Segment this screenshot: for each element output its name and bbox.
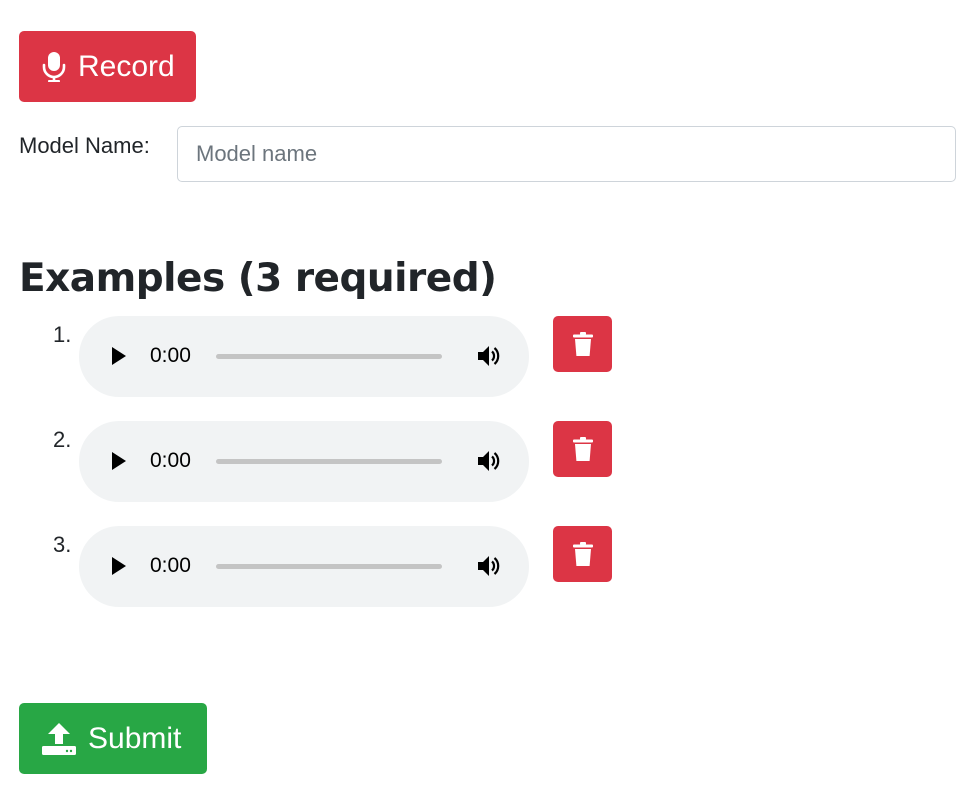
- volume-icon[interactable]: [475, 448, 501, 474]
- example-number: 1.: [53, 322, 72, 347]
- audio-player[interactable]: 0:00: [79, 526, 529, 607]
- examples-heading: Examples (3 required): [19, 256, 497, 301]
- volume-icon[interactable]: [475, 343, 501, 369]
- play-icon[interactable]: [109, 555, 129, 577]
- model-name-input[interactable]: [177, 126, 956, 182]
- upload-icon: [42, 722, 76, 755]
- audio-time: 0:00: [150, 554, 191, 577]
- model-name-label: Model Name:: [19, 133, 150, 158]
- example-item: 2. 0:00: [0, 421, 973, 503]
- delete-example-button[interactable]: [553, 316, 612, 372]
- record-button-label: Record: [78, 49, 175, 83]
- audio-time: 0:00: [150, 344, 191, 367]
- delete-example-button[interactable]: [553, 526, 612, 582]
- submit-button-label: Submit: [88, 721, 182, 755]
- audio-progress-slider[interactable]: [216, 354, 442, 359]
- audio-progress-slider[interactable]: [216, 564, 442, 569]
- play-icon[interactable]: [109, 450, 129, 472]
- example-number: 3.: [53, 532, 72, 557]
- page: Record Model Name: Examples (3 required)…: [0, 0, 973, 789]
- submit-button[interactable]: Submit: [19, 703, 207, 774]
- delete-example-button[interactable]: [553, 421, 612, 477]
- example-item: 3. 0:00: [0, 526, 973, 608]
- trash-icon: [572, 332, 593, 356]
- example-number: 2.: [53, 427, 72, 452]
- audio-time: 0:00: [150, 449, 191, 472]
- audio-player[interactable]: 0:00: [79, 316, 529, 397]
- record-button[interactable]: Record: [19, 31, 196, 102]
- audio-progress-slider[interactable]: [216, 459, 442, 464]
- trash-icon: [572, 542, 593, 566]
- volume-icon[interactable]: [475, 553, 501, 579]
- microphone-icon: [42, 51, 66, 82]
- audio-player[interactable]: 0:00: [79, 421, 529, 502]
- trash-icon: [572, 437, 593, 461]
- example-item: 1. 0:00: [0, 316, 973, 398]
- play-icon[interactable]: [109, 345, 129, 367]
